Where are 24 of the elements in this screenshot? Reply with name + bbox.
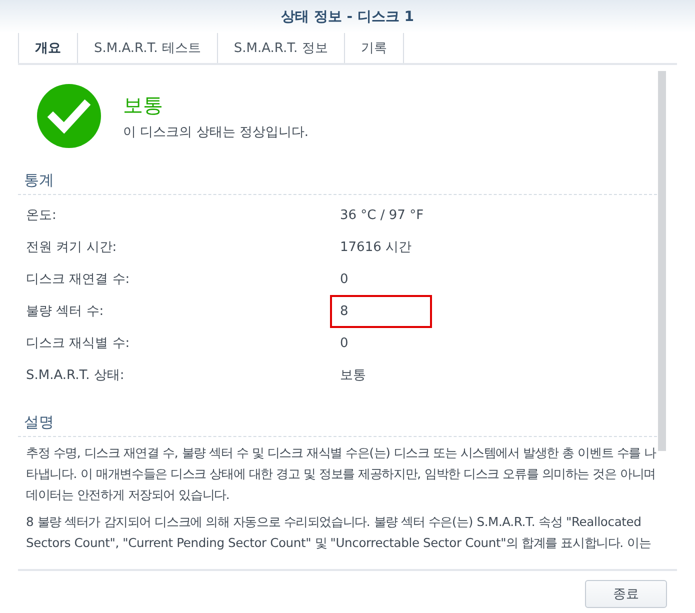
tab[interactable]: 개요 <box>18 33 78 63</box>
description-paragraph: 8 불량 섹터가 감지되어 디스크에 의해 자동으로 수리되었습니다. 불량 섹터 수은(는) S.M.A.R.T. 속성 "Reallocated Sectors Count", "Current Pending Sector Count" 및 "Uncorrectable Sector Count"의 합계를 표시합니다. 이는 <box>25 514 652 552</box>
tab[interactable]: S.M.A.R.T. 정보 <box>218 33 345 63</box>
status-message: 이 디스크의 상태는 정상입니다. <box>123 124 309 140</box>
stat-label: S.M.A.R.T. 상태: <box>26 367 126 384</box>
stat-value: 36 °C / 97 °F <box>339 206 425 224</box>
stat-value: 8 <box>330 294 432 328</box>
section-heading: 통계 <box>18 149 657 195</box>
stat-label: 디스크 재식별 수: <box>26 335 131 352</box>
stat-label: 디스크 재연결 수: <box>26 271 131 288</box>
tab[interactable]: S.M.A.R.T. 테스트 <box>78 33 218 63</box>
stat-label: 전원 켜기 시간: <box>26 239 118 256</box>
stat-label: 불량 섹터 수: <box>26 303 105 320</box>
section-heading: 설명 <box>18 391 657 437</box>
stat-value: 0 <box>339 334 350 352</box>
stat-value: 17616 시간 <box>339 239 412 257</box>
close-button[interactable]: 종료 <box>585 580 667 608</box>
stat-value: 0 <box>339 270 350 288</box>
window-title: 상태 정보 - 디스크 1 <box>280 8 414 26</box>
description-paragraph: 추정 수명, 디스크 재연결 수, 불량 섹터 수 및 디스크 재식별 수은(는) 디스크 또는 시스템에서 발생한 총 이벤트 수를 나타냅니다. 이 매개변수들은 디스크 상태에 대한 경고 및 정보를 제공하지만, 임박한 디스크 오류를 의미하는 것은 아니며 데이터는 안전하게 저장되어 있습니다. <box>25 445 657 504</box>
status-title: 보통 <box>123 92 164 118</box>
stat-label: 온도: <box>26 207 58 224</box>
stat-value: 보통 <box>339 367 367 385</box>
tab[interactable]: 기록 <box>344 33 404 63</box>
